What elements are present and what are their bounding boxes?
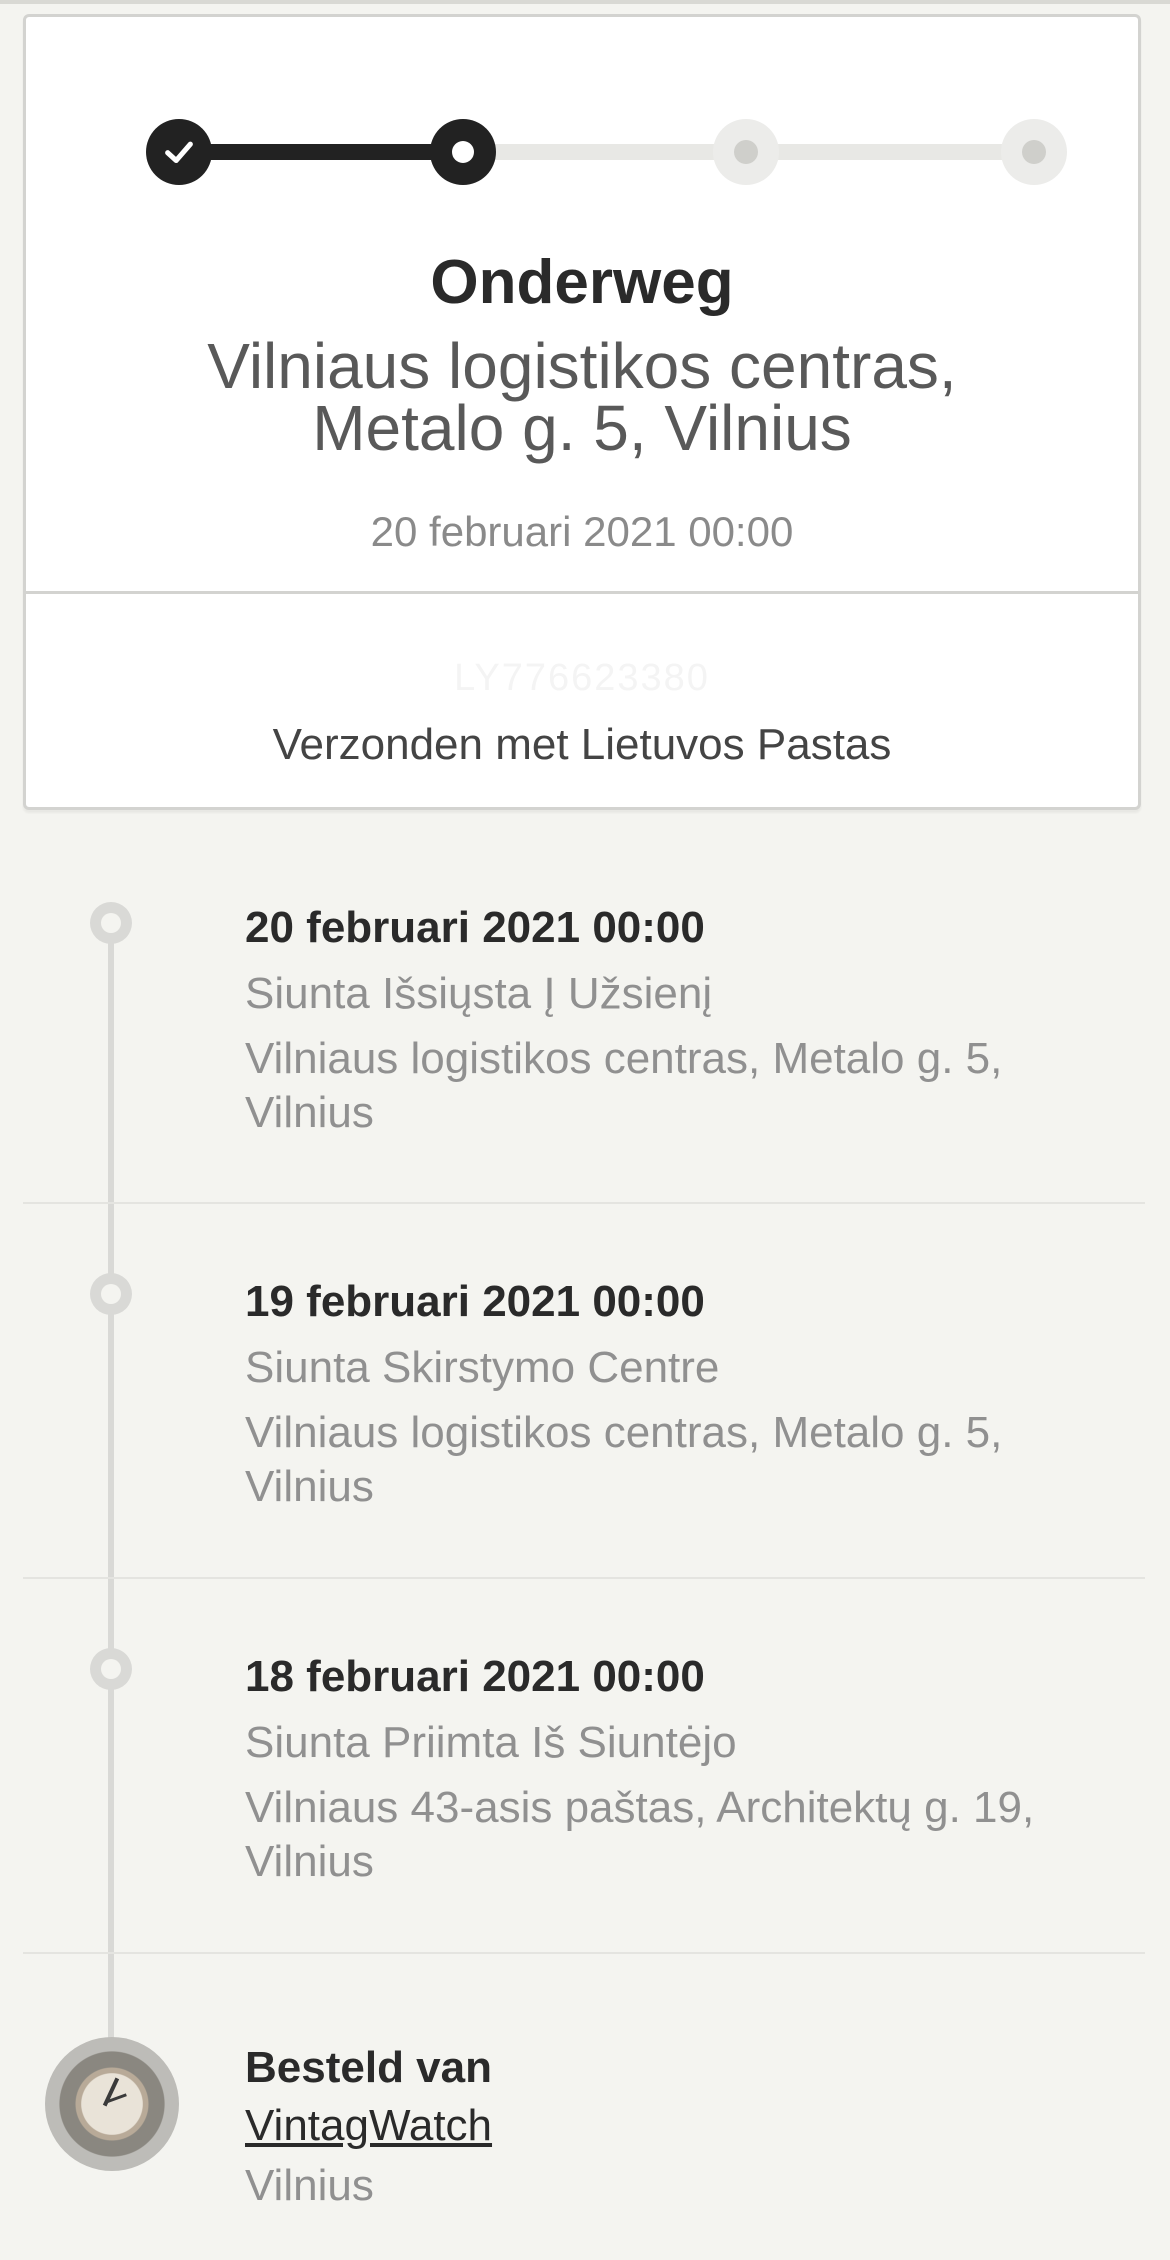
progress-step-in-transit bbox=[430, 119, 496, 185]
event-location: Vilniaus 43-asis paštas, Architektų g. 1… bbox=[245, 1783, 1035, 1886]
event-date: 19 februari 2021 00:00 bbox=[245, 1277, 705, 1326]
timeline-node bbox=[90, 1648, 132, 1690]
status-timestamp: 20 februari 2021 00:00 bbox=[370, 508, 794, 555]
current-step-dot bbox=[452, 141, 474, 163]
status-title: Onderweg bbox=[430, 248, 734, 317]
ordered-from-label: Besteld van bbox=[245, 2043, 492, 2092]
event-status: Siunta Priimta Iš Siuntėjo bbox=[245, 1718, 737, 1767]
pending-step-dot bbox=[1022, 140, 1046, 164]
event-status: Siunta Išsiųsta Į Užsienį bbox=[245, 969, 713, 1018]
shop-city: Vilnius bbox=[245, 2161, 374, 2210]
progress-step-shipped bbox=[146, 119, 212, 185]
event-divider bbox=[23, 1202, 1145, 1204]
timeline-rail bbox=[108, 920, 114, 2050]
event-status: Siunta Skirstymo Centre bbox=[245, 1343, 720, 1392]
shop-link[interactable]: VintagWatch bbox=[245, 2100, 492, 2152]
card-divider bbox=[26, 591, 1138, 594]
carrier-label: Verzonden met Lietuvos Pastas bbox=[272, 720, 892, 769]
shop-avatar bbox=[45, 2037, 179, 2171]
status-location-line: Metalo g. 5, Vilnius bbox=[312, 392, 852, 464]
progress-line-completed bbox=[178, 144, 463, 160]
status-location-line: Vilniaus logistikos centras, bbox=[207, 330, 957, 402]
event-date: 20 februari 2021 00:00 bbox=[245, 903, 705, 952]
tracking-number[interactable]: LY776623380 bbox=[26, 657, 1138, 700]
top-border bbox=[0, 0, 1170, 4]
timeline-node bbox=[90, 902, 132, 944]
tracking-summary-card: Onderweg Vilniaus logistikos centras, Me… bbox=[23, 14, 1141, 810]
event-location: Vilniaus logistikos centras, Metalo g. 5… bbox=[245, 1034, 1003, 1137]
checkmark-icon bbox=[165, 141, 193, 164]
pending-step-dot bbox=[734, 140, 758, 164]
event-divider bbox=[23, 1952, 1145, 1954]
progress-step-delivered bbox=[1001, 119, 1067, 185]
status-location: Vilniaus logistikos centras, Metalo g. 5… bbox=[116, 330, 1048, 464]
timeline-node bbox=[90, 1273, 132, 1315]
progress-step-out-for-delivery bbox=[713, 119, 779, 185]
event-divider bbox=[23, 1577, 1145, 1579]
shipment-progress-bar bbox=[26, 17, 1138, 277]
event-date: 18 februari 2021 00:00 bbox=[245, 1652, 705, 1701]
event-location: Vilniaus logistikos centras, Metalo g. 5… bbox=[245, 1408, 1003, 1511]
